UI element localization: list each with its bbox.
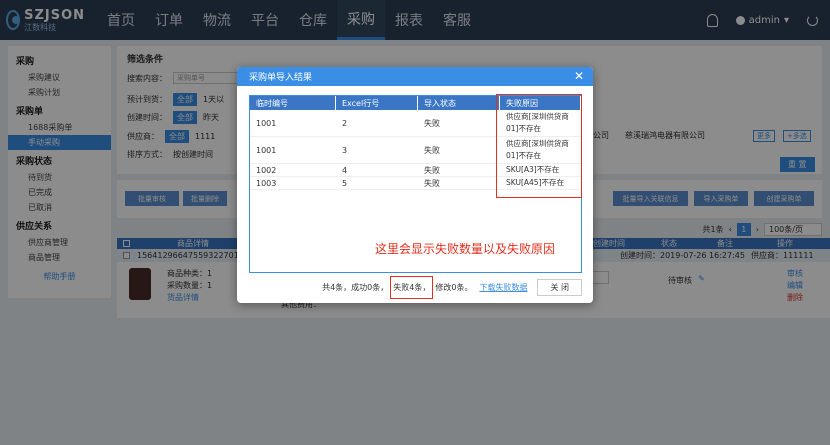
summary-fail-count: 失败4条， [390, 275, 434, 299]
modal-footer: 共4条，成功0条， 失败4条， 修改0条。 下载失败数据 关 闭 [249, 275, 582, 299]
result-col-1: Excel行号 [336, 96, 418, 110]
result-cell-status: 失败 [424, 118, 440, 128]
result-col-2: 导入状态 [418, 96, 500, 110]
result-cell-line: 2 [342, 118, 348, 128]
result-cell-id: 1002 [256, 165, 277, 175]
result-cell-id: 1001 [256, 145, 277, 155]
summary-suffix: 修改0条。 [435, 282, 473, 292]
result-cell-line: 5 [342, 178, 348, 188]
result-cell-line: 3 [342, 145, 348, 155]
result-cell-status: 失败 [424, 165, 440, 175]
result-cell-id: 1003 [256, 178, 277, 188]
result-cell-status: 失败 [424, 145, 440, 155]
result-cell-line: 4 [342, 165, 348, 175]
download-failed-link[interactable]: 下载失败数据 [479, 282, 527, 293]
modal-title: 采购单导入结果 [249, 73, 313, 83]
close-button[interactable]: 关 闭 [537, 278, 582, 296]
modal-header: 采购单导入结果 ✕ [237, 67, 593, 86]
highlight-box-reasons [496, 94, 582, 198]
close-icon[interactable]: ✕ [574, 70, 584, 82]
result-cell-id: 1001 [256, 118, 277, 128]
result-cell-status: 失败 [424, 178, 440, 188]
import-result-modal: 采购单导入结果 ✕ 临时编号 Excel行号 导入状态 失败原因 1001 2 失败 供应商… [237, 67, 593, 303]
summary-prefix: 共4条，成功0条， [322, 282, 389, 292]
result-col-0: 临时编号 [250, 96, 336, 110]
annotation-text: 这里会显示失败数量以及失败原因 [375, 242, 556, 256]
